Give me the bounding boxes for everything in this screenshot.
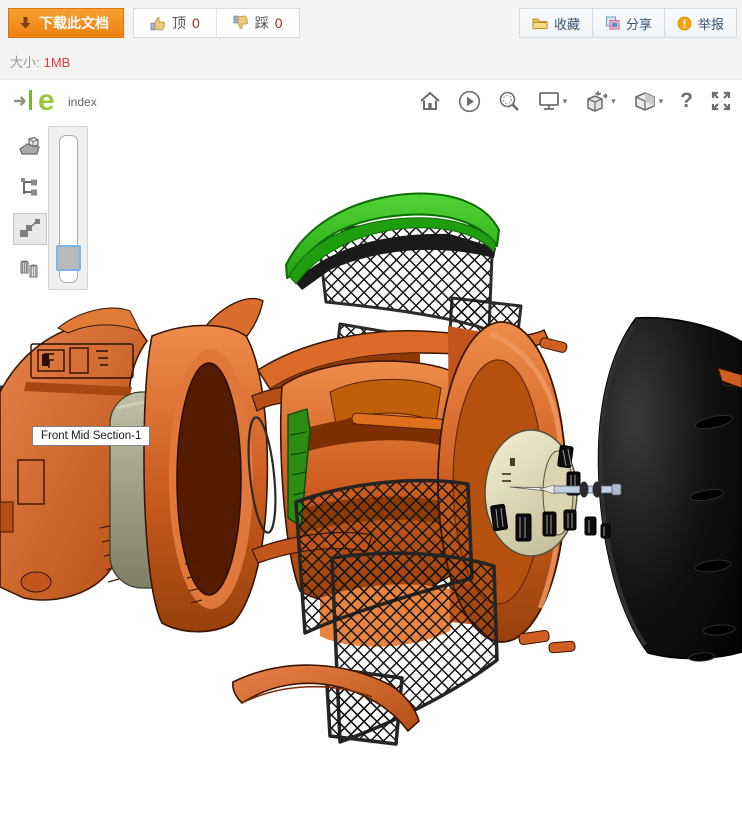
vote-group: 顶 0 踩 0 — [133, 8, 300, 38]
drawing-views-button[interactable]: ▾ — [584, 90, 616, 113]
zoom-button[interactable] — [498, 90, 521, 113]
favorite-button[interactable]: 收藏 — [520, 9, 592, 37]
top-action-bar: 下载此文档 顶 0 踩 0 — [0, 0, 742, 80]
file-size: 大小: 1MB — [10, 52, 70, 71]
display-options-button[interactable]: ▾ — [538, 90, 568, 112]
monitor-icon — [538, 90, 561, 112]
share-icon — [605, 16, 620, 30]
dropdown-caret-icon: ▾ — [563, 97, 568, 106]
upvote-count: 0 — [192, 15, 200, 31]
thumbs-up-icon — [150, 15, 166, 31]
download-arrow-icon — [19, 16, 32, 30]
play-icon — [458, 90, 481, 113]
dropdown-caret-icon: ▾ — [659, 97, 664, 106]
home-button[interactable] — [419, 90, 441, 112]
edrawings-viewer: e index — [0, 81, 742, 820]
help-icon: ? — [680, 89, 693, 113]
document-name: index — [68, 95, 97, 109]
model-canvas[interactable] — [0, 130, 742, 820]
upvote-label: 顶 — [172, 13, 186, 33]
report-button[interactable]: 举报 — [664, 9, 736, 37]
fullscreen-icon — [710, 90, 732, 112]
zoom-magnifier-icon — [498, 90, 521, 113]
doc-action-group: 收藏 分享 举报 — [519, 8, 737, 38]
upvote-button[interactable]: 顶 0 — [134, 9, 216, 37]
file-size-value: 1MB — [44, 55, 71, 70]
fullscreen-button[interactable] — [710, 90, 732, 112]
report-label: 举报 — [698, 14, 724, 33]
share-button[interactable]: 分享 — [592, 9, 664, 37]
cube-icon — [633, 90, 657, 113]
viewer-toolbar: ▾ ▾ ▾ ? — [419, 89, 732, 113]
part-tooltip: Front Mid Section-1 — [32, 426, 150, 446]
report-exclamation-icon — [677, 16, 692, 31]
home-icon — [419, 90, 441, 112]
page: 下载此文档 顶 0 踩 0 — [0, 0, 742, 820]
box-arrow-icon — [584, 90, 609, 113]
file-size-label: 大小: — [10, 55, 40, 70]
edrawings-logo: e — [12, 88, 55, 112]
downvote-label: 踩 — [255, 13, 269, 33]
dropdown-caret-icon: ▾ — [611, 97, 616, 106]
downvote-count: 0 — [275, 15, 283, 31]
download-label: 下载此文档 — [39, 13, 109, 33]
folder-icon — [532, 17, 548, 30]
share-label: 分享 — [626, 14, 652, 33]
thumbs-down-icon — [233, 15, 249, 31]
help-button[interactable]: ? — [680, 89, 693, 113]
edrawings-arrow-icon — [12, 88, 38, 112]
view-orientation-button[interactable]: ▾ — [633, 90, 664, 113]
download-button[interactable]: 下载此文档 — [8, 8, 124, 38]
favorite-label: 收藏 — [554, 14, 580, 33]
animation-play-button[interactable] — [458, 90, 481, 113]
downvote-button[interactable]: 踩 0 — [216, 9, 299, 37]
edrawings-logo-e: e — [38, 90, 55, 112]
